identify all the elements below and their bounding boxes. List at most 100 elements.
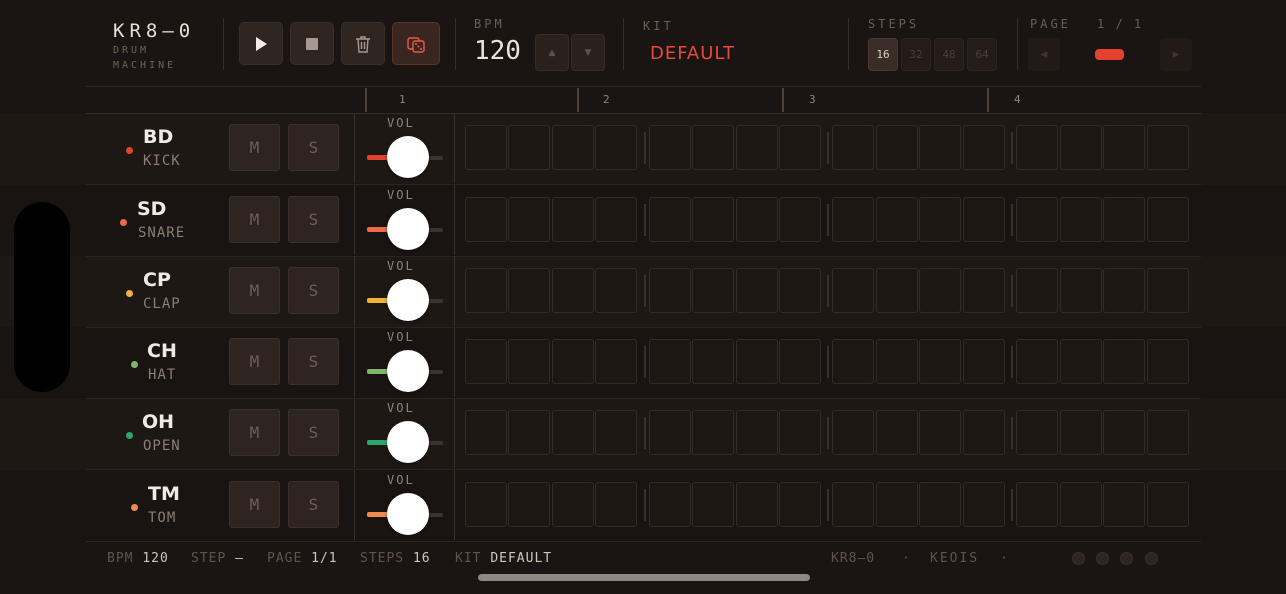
step-cell-15[interactable]	[1103, 268, 1145, 313]
stop-button[interactable]	[290, 22, 334, 65]
step-cell-8[interactable]	[779, 268, 821, 313]
step-cell-13[interactable]	[1016, 482, 1058, 527]
step-cell-15[interactable]	[1103, 125, 1145, 170]
step-cell-14[interactable]	[1060, 268, 1102, 313]
step-cell-11[interactable]	[919, 197, 961, 242]
mute-button-ch[interactable]: M	[229, 338, 280, 385]
step-cell-3[interactable]	[552, 197, 594, 242]
step-cell-14[interactable]	[1060, 339, 1102, 384]
steps-option-64[interactable]: 64	[967, 38, 997, 71]
steps-option-32[interactable]: 32	[901, 38, 931, 71]
step-cell-14[interactable]	[1060, 125, 1102, 170]
solo-button-sd[interactable]: S	[288, 196, 339, 243]
step-cell-1[interactable]	[465, 339, 507, 384]
step-cell-7[interactable]	[736, 339, 778, 384]
step-cell-16[interactable]	[1147, 410, 1189, 455]
step-cell-9[interactable]	[832, 197, 874, 242]
volume-knob[interactable]	[387, 279, 429, 321]
step-cell-15[interactable]	[1103, 197, 1145, 242]
step-cell-14[interactable]	[1060, 410, 1102, 455]
step-cell-5[interactable]	[649, 268, 691, 313]
step-cell-2[interactable]	[508, 125, 550, 170]
solo-button-tm[interactable]: S	[288, 481, 339, 528]
step-cell-6[interactable]	[692, 197, 734, 242]
step-cell-13[interactable]	[1016, 197, 1058, 242]
step-cell-14[interactable]	[1060, 482, 1102, 527]
mute-button-cp[interactable]: M	[229, 267, 280, 314]
step-cell-3[interactable]	[552, 339, 594, 384]
step-cell-2[interactable]	[508, 339, 550, 384]
step-cell-5[interactable]	[649, 125, 691, 170]
volume-knob[interactable]	[387, 493, 429, 535]
volume-knob[interactable]	[387, 421, 429, 463]
step-cell-15[interactable]	[1103, 339, 1145, 384]
step-cell-7[interactable]	[736, 482, 778, 527]
step-cell-2[interactable]	[508, 410, 550, 455]
step-cell-9[interactable]	[832, 125, 874, 170]
step-cell-6[interactable]	[692, 268, 734, 313]
step-cell-13[interactable]	[1016, 339, 1058, 384]
mute-button-bd[interactable]: M	[229, 124, 280, 171]
solo-button-bd[interactable]: S	[288, 124, 339, 171]
step-cell-1[interactable]	[465, 268, 507, 313]
mute-button-oh[interactable]: M	[229, 409, 280, 456]
step-cell-7[interactable]	[736, 410, 778, 455]
kit-selector[interactable]: DEFAULT	[650, 43, 735, 64]
step-cell-3[interactable]	[552, 268, 594, 313]
step-cell-7[interactable]	[736, 197, 778, 242]
step-cell-8[interactable]	[779, 125, 821, 170]
step-cell-12[interactable]	[963, 482, 1005, 527]
step-cell-10[interactable]	[876, 268, 918, 313]
step-cell-16[interactable]	[1147, 125, 1189, 170]
home-indicator[interactable]	[478, 574, 810, 581]
bpm-up-button[interactable]: ▲	[535, 34, 569, 71]
solo-button-ch[interactable]: S	[288, 338, 339, 385]
page-prev-button[interactable]: ◀	[1028, 38, 1060, 71]
step-cell-10[interactable]	[876, 339, 918, 384]
step-cell-1[interactable]	[465, 197, 507, 242]
step-cell-4[interactable]	[595, 197, 637, 242]
step-cell-5[interactable]	[649, 482, 691, 527]
solo-button-cp[interactable]: S	[288, 267, 339, 314]
mute-button-sd[interactable]: M	[229, 196, 280, 243]
step-cell-10[interactable]	[876, 410, 918, 455]
step-cell-5[interactable]	[649, 410, 691, 455]
mute-button-tm[interactable]: M	[229, 481, 280, 528]
volume-knob[interactable]	[387, 350, 429, 392]
step-cell-4[interactable]	[595, 268, 637, 313]
step-cell-11[interactable]	[919, 410, 961, 455]
step-cell-15[interactable]	[1103, 410, 1145, 455]
step-cell-1[interactable]	[465, 410, 507, 455]
step-cell-8[interactable]	[779, 410, 821, 455]
step-cell-1[interactable]	[465, 482, 507, 527]
steps-option-48[interactable]: 48	[934, 38, 964, 71]
step-cell-8[interactable]	[779, 339, 821, 384]
step-cell-2[interactable]	[508, 197, 550, 242]
step-cell-9[interactable]	[832, 482, 874, 527]
step-cell-14[interactable]	[1060, 197, 1102, 242]
bpm-down-button[interactable]: ▼	[571, 34, 605, 71]
step-cell-7[interactable]	[736, 125, 778, 170]
step-cell-10[interactable]	[876, 197, 918, 242]
step-cell-3[interactable]	[552, 482, 594, 527]
step-cell-6[interactable]	[692, 339, 734, 384]
step-cell-10[interactable]	[876, 125, 918, 170]
step-cell-10[interactable]	[876, 482, 918, 527]
step-cell-13[interactable]	[1016, 410, 1058, 455]
steps-option-16[interactable]: 16	[868, 38, 898, 71]
step-cell-12[interactable]	[963, 339, 1005, 384]
step-cell-13[interactable]	[1016, 125, 1058, 170]
step-cell-5[interactable]	[649, 339, 691, 384]
step-cell-16[interactable]	[1147, 197, 1189, 242]
step-cell-6[interactable]	[692, 410, 734, 455]
step-cell-4[interactable]	[595, 339, 637, 384]
step-cell-4[interactable]	[595, 482, 637, 527]
step-cell-2[interactable]	[508, 482, 550, 527]
solo-button-oh[interactable]: S	[288, 409, 339, 456]
step-cell-9[interactable]	[832, 339, 874, 384]
step-cell-16[interactable]	[1147, 268, 1189, 313]
step-cell-9[interactable]	[832, 268, 874, 313]
step-cell-11[interactable]	[919, 125, 961, 170]
volume-knob[interactable]	[387, 136, 429, 178]
step-cell-6[interactable]	[692, 125, 734, 170]
